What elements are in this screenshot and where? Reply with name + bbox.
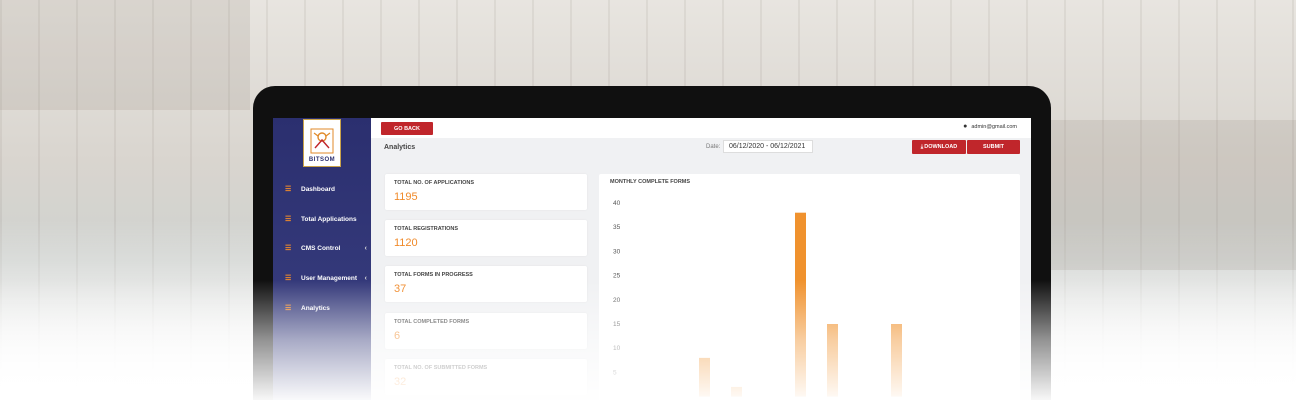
y-tick-label: 5 (613, 369, 617, 376)
emblem-icon (310, 128, 334, 154)
stat-card-in-progress: TOTAL FORMS IN PROGRESS 37 (385, 266, 587, 302)
list-icon: ☰ (285, 215, 292, 223)
sidebar-item-user-management[interactable]: ☰ User Management ‹ (273, 269, 371, 287)
sidebar-item-cms-control[interactable]: ☰ CMS Control ‹ (273, 239, 371, 257)
y-tick-label: 15 (613, 321, 621, 328)
download-label: DOWNLOAD (924, 144, 958, 150)
chart-bar (731, 386, 742, 397)
stat-value: 6 (394, 330, 401, 342)
date-label: Date: (706, 144, 721, 150)
list-icon: ☰ (285, 185, 292, 193)
monthly-chart-card: MONTHLY COMPLETE FORMS 40 35 30 25 20 15 10 5 (599, 174, 1020, 400)
download-button[interactable]: ⤓ DOWNLOAD (912, 140, 966, 154)
sidebar-item-label: User Management (301, 274, 357, 282)
top-bar: GO BACK ● admin@gmail.com (371, 118, 1031, 138)
sidebar-item-total-applications[interactable]: ☰ Total Applications (273, 210, 371, 228)
stat-card-completed: TOTAL COMPLETED FORMS 6 (385, 313, 587, 349)
y-tick-label: 35 (613, 224, 621, 231)
user-icon: ● (963, 123, 968, 130)
user-menu[interactable]: ● admin@gmail.com (963, 123, 1017, 130)
chart-bar (795, 212, 806, 397)
chevron-left-icon: ‹ (364, 274, 367, 282)
stat-label: TOTAL NO. OF SUBMITTED FORMS (394, 365, 488, 371)
page-title: Analytics (384, 144, 416, 151)
sidebar-item-label: Total Applications (301, 215, 357, 223)
user-email: admin@gmail.com (971, 123, 1017, 130)
stat-card-applications: TOTAL NO. OF APPLICATIONS 1195 (385, 174, 587, 210)
stat-label: TOTAL REGISTRATIONS (394, 226, 459, 232)
sidebar-item-dashboard[interactable]: ☰ Dashboard (273, 180, 371, 198)
download-icon: ⤓ (920, 143, 924, 150)
y-tick-label: 10 (613, 345, 621, 352)
background-building-right (1050, 120, 1296, 270)
stat-value: 1195 (394, 191, 418, 203)
submit-button[interactable]: SUBMIT (967, 140, 1020, 154)
background-building-left (0, 0, 250, 110)
brand-name: BITSOM (308, 157, 336, 163)
stat-value: 32 (394, 376, 407, 388)
chevron-left-icon: ‹ (364, 244, 367, 252)
list-icon: ☰ (285, 244, 292, 252)
stat-value: 1120 (394, 237, 418, 249)
y-tick-label: 40 (613, 200, 621, 207)
list-icon: ☰ (285, 304, 292, 312)
sidebar-item-label: CMS Control (301, 244, 341, 252)
monthly-bar-chart: 40 35 30 25 20 15 10 5 (613, 200, 902, 397)
sidebar: BITSOM ☰ Dashboard ☰ Total Applications … (273, 118, 371, 400)
sidebar-item-label: Dashboard (301, 185, 335, 193)
chart-bar (699, 357, 710, 397)
brand-logo[interactable]: BITSOM (303, 119, 341, 167)
go-back-button[interactable]: GO BACK (381, 122, 433, 135)
y-tick-label: 30 (613, 248, 621, 255)
list-icon: ☰ (285, 274, 292, 282)
chart-bar (827, 324, 838, 397)
y-tick-label: 25 (613, 273, 621, 280)
y-tick-label: 20 (613, 297, 621, 304)
stat-card-registrations: TOTAL REGISTRATIONS 1120 (385, 220, 587, 256)
stat-label: TOTAL FORMS IN PROGRESS (394, 272, 473, 278)
stat-card-submitted: TOTAL NO. OF SUBMITTED FORMS 32 (385, 359, 587, 395)
date-range-input[interactable]: 06/12/2020 - 06/12/2021 (723, 140, 813, 153)
chart-bar (891, 324, 902, 397)
stat-label: TOTAL COMPLETED FORMS (394, 319, 470, 325)
app-screen: BITSOM ☰ Dashboard ☰ Total Applications … (273, 118, 1031, 400)
stat-value: 37 (394, 283, 407, 295)
stat-label: TOTAL NO. OF APPLICATIONS (394, 180, 475, 186)
sidebar-item-label: Analytics (301, 304, 330, 312)
sidebar-item-analytics[interactable]: ☰ Analytics (273, 299, 371, 317)
